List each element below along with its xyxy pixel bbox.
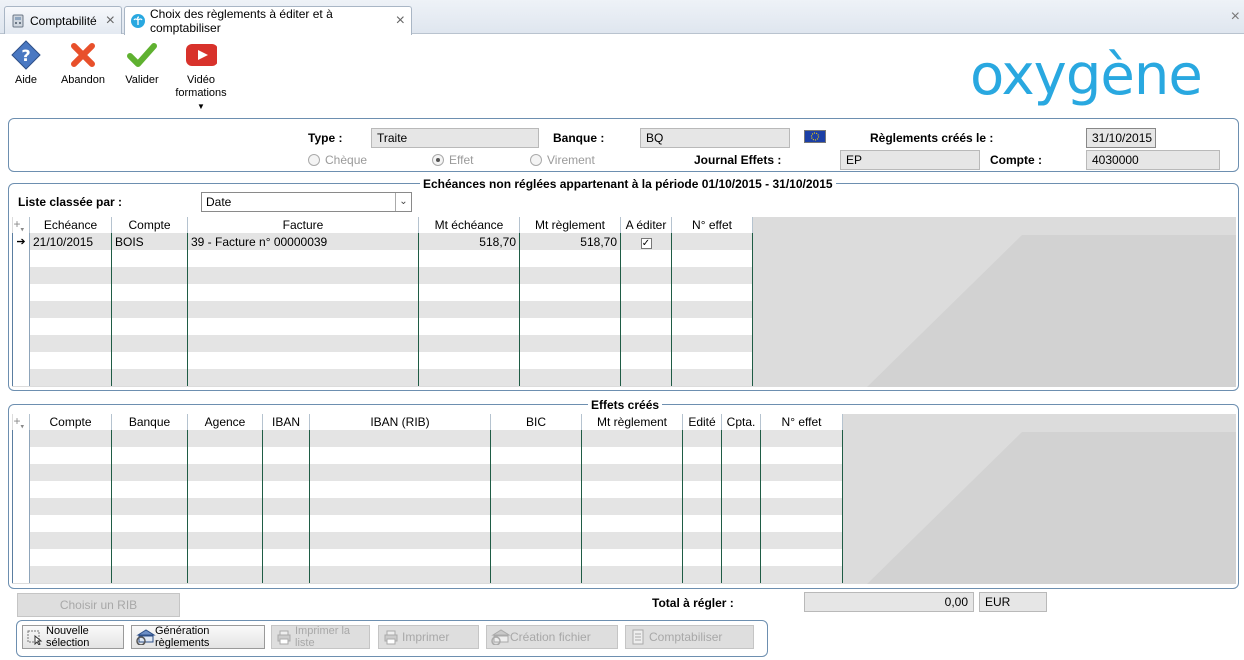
- compte-field[interactable]: 4030000: [1086, 150, 1220, 170]
- chevron-down-icon[interactable]: ⌄: [395, 193, 411, 211]
- printer-icon: [383, 629, 399, 645]
- col-cpta[interactable]: Cpta.: [721, 414, 761, 431]
- calculator-icon: [11, 14, 25, 28]
- col-a-editer[interactable]: A éditer: [620, 217, 672, 234]
- oxygene-logo: oxygène: [970, 43, 1235, 108]
- help-icon: ?: [10, 40, 42, 70]
- close-icon[interactable]: ×: [396, 13, 405, 29]
- col-echeance[interactable]: Echéance: [29, 217, 112, 234]
- imprimer-liste-button[interactable]: Imprimer la liste: [271, 625, 370, 649]
- bank-file-icon: [491, 629, 511, 646]
- video-formations-button[interactable]: Vidéo formations ▼: [158, 40, 244, 111]
- col-bic[interactable]: BIC: [490, 414, 582, 431]
- generation-reglements-button[interactable]: Génération règlements: [131, 625, 265, 649]
- col-edite[interactable]: Edité: [682, 414, 722, 431]
- radio-effet[interactable]: Effet: [432, 153, 473, 167]
- abandon-button[interactable]: Abandon: [60, 40, 106, 86]
- col-mt-reglement[interactable]: Mt règlement: [519, 217, 621, 234]
- col-banque[interactable]: Banque: [111, 414, 188, 431]
- text-cursor[interactable]: [309, 430, 491, 448]
- banque-label: Banque :: [553, 131, 605, 145]
- cancel-icon: [67, 40, 99, 70]
- valider-button[interactable]: Valider: [122, 40, 162, 86]
- col-compte[interactable]: Compte: [29, 414, 112, 431]
- col-agence[interactable]: Agence: [187, 414, 263, 431]
- radio-virement[interactable]: Virement: [530, 153, 595, 167]
- svg-text:?: ?: [21, 46, 30, 65]
- tab-comptabilite[interactable]: Comptabilité ×: [4, 6, 122, 34]
- printer-list-icon: [276, 629, 292, 645]
- col-mt-echeance[interactable]: Mt échéance: [418, 217, 520, 234]
- sort-label: Liste classée par :: [18, 195, 123, 209]
- type-field[interactable]: Traite: [371, 128, 539, 148]
- col-n-effet[interactable]: N° effet: [671, 217, 753, 234]
- effets-title: Effets créés: [588, 398, 663, 412]
- header-form-panel: [8, 118, 1239, 172]
- effets-table: +▾ Compte Banque Agence IBAN IBAN (RIB) …: [12, 414, 843, 584]
- check-icon: [126, 40, 158, 70]
- col-iban[interactable]: IBAN: [262, 414, 310, 431]
- palm-icon: [131, 14, 145, 28]
- add-column-icon[interactable]: +▾: [12, 414, 30, 431]
- col-n-effet[interactable]: N° effet: [760, 414, 843, 431]
- video-play-icon: [185, 40, 217, 70]
- col-compte[interactable]: Compte: [111, 217, 188, 234]
- ledger-icon: [630, 629, 646, 645]
- compte-label: Compte :: [990, 153, 1042, 167]
- bank-generate-icon: [136, 629, 156, 646]
- tab-label: Comptabilité: [30, 13, 97, 28]
- table-row[interactable]: ➔ 21/10/2015 BOIS 39 - Facture n° 000000…: [12, 233, 753, 251]
- choisir-rib-button[interactable]: Choisir un RIB: [17, 593, 180, 617]
- pointer-icon: [27, 629, 43, 646]
- echeances-table: +▾ Echéance Compte Facture Mt échéance M…: [12, 217, 753, 387]
- a-editer-checkbox[interactable]: ✓: [620, 233, 672, 251]
- nouvelle-selection-button[interactable]: Nouvelle sélection: [22, 625, 124, 649]
- radio-cheque[interactable]: Chèque: [308, 153, 367, 167]
- col-iban-rib[interactable]: IBAN (RIB): [309, 414, 491, 431]
- reglements-date-field[interactable]: 31/10/2015: [1086, 128, 1156, 148]
- comptabiliser-button[interactable]: Comptabiliser: [625, 625, 754, 649]
- total-field: 0,00: [804, 592, 974, 612]
- type-label: Type :: [308, 131, 343, 145]
- journal-effets-label: Journal Effets :: [694, 153, 782, 167]
- echeances-title: Echéances non réglées appartenant à la p…: [420, 177, 836, 191]
- journal-effets-field[interactable]: EP: [840, 150, 980, 170]
- currency-field: EUR: [979, 592, 1047, 612]
- close-icon[interactable]: ×: [106, 12, 115, 29]
- reglements-crees-label: Règlements créés le :: [870, 131, 994, 145]
- eu-flag-icon[interactable]: [804, 130, 826, 143]
- add-column-icon[interactable]: +▾: [12, 217, 30, 234]
- chevron-down-icon[interactable]: ▼: [197, 102, 205, 111]
- banque-field[interactable]: BQ: [640, 128, 790, 148]
- logo-text: oxygène: [970, 48, 1202, 106]
- sort-select[interactable]: Date ⌄: [201, 192, 412, 212]
- aide-button[interactable]: ? Aide: [8, 40, 44, 86]
- tab-label: Choix des règlements à éditer et à compt…: [150, 7, 333, 35]
- imprimer-button[interactable]: Imprimer: [378, 625, 479, 649]
- col-mt-reglement[interactable]: Mt règlement: [581, 414, 683, 431]
- tab-choix-reglements[interactable]: Choix des règlements à éditer et à compt…: [124, 6, 412, 35]
- total-label: Total à régler :: [652, 596, 734, 610]
- col-facture[interactable]: Facture: [187, 217, 419, 234]
- creation-fichier-button[interactable]: Création fichier: [486, 625, 618, 649]
- row-pointer-icon: ➔: [12, 233, 30, 251]
- window-close-icon[interactable]: ×: [1231, 8, 1240, 26]
